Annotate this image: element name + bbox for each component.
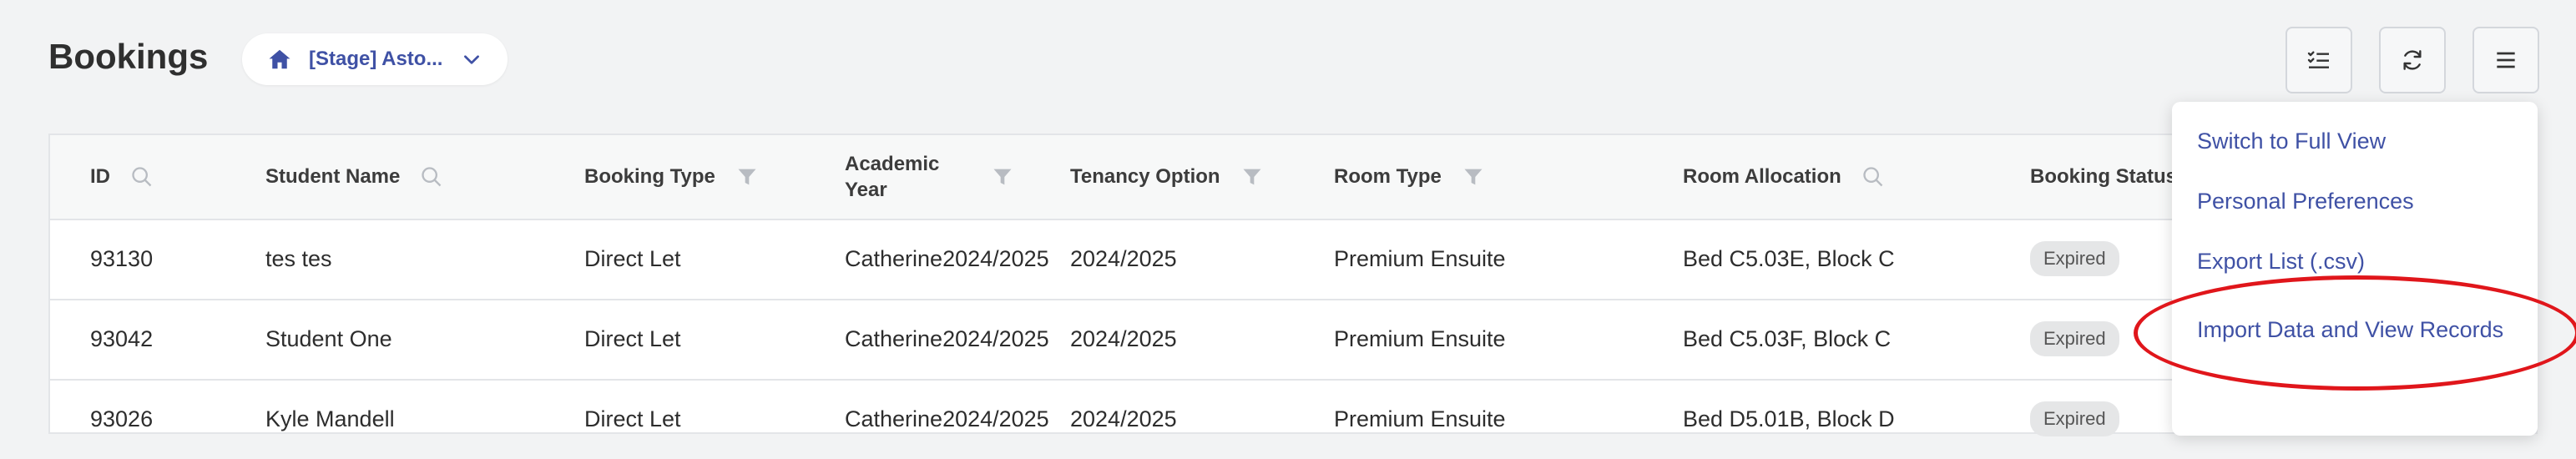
- chevron-down-icon: [464, 55, 479, 64]
- cell-id: 93042: [90, 325, 154, 351]
- cell-room-allocation: Bed C5.03E, Block C: [1683, 245, 1895, 271]
- table-row[interactable]: 93130 tes tes Direct Let Catherine2024/2…: [50, 219, 2536, 300]
- cell-room-allocation: Bed C5.03F, Block C: [1683, 325, 1892, 351]
- refresh-icon: [2403, 50, 2422, 70]
- table-row[interactable]: 93042 Student One Direct Let Catherine20…: [50, 299, 2536, 381]
- filter-icon[interactable]: [1462, 165, 1485, 189]
- page-title: Bookings: [48, 37, 209, 76]
- cell-booking-type: Direct Let: [584, 406, 681, 431]
- options-dropdown-menu: Switch to Full View Personal Preferences…: [2172, 102, 2538, 436]
- home-icon: [269, 49, 290, 69]
- column-header-booking-status[interactable]: Booking Status: [2030, 135, 2177, 219]
- cell-room-type: Premium Ensuite: [1334, 406, 1506, 431]
- cell-id: 93026: [90, 406, 154, 431]
- menu-item-import-data[interactable]: Import Data and View Records: [2197, 317, 2503, 343]
- cell-academic-year: Catherine2024/2025: [845, 406, 1049, 431]
- column-header-tenancy-option[interactable]: Tenancy Option: [1070, 135, 1264, 219]
- cell-tenancy-option: 2024/2025: [1070, 245, 1177, 271]
- cell-academic-year: Catherine2024/2025: [845, 245, 1049, 271]
- bookings-table: ID Student Name Booking Type Academic Yea…: [48, 134, 2538, 436]
- status-badge: Expired: [2030, 321, 2119, 356]
- cell-room-type: Premium Ensuite: [1334, 325, 1506, 351]
- filter-icon[interactable]: [991, 165, 1014, 189]
- menu-item-switch-full-view[interactable]: Switch to Full View: [2197, 129, 2386, 154]
- search-icon[interactable]: [420, 165, 443, 189]
- refresh-button[interactable]: [2379, 27, 2446, 93]
- table-header: ID Student Name Booking Type Academic Yea…: [50, 135, 2536, 220]
- search-icon[interactable]: [1861, 165, 1885, 189]
- column-header-booking-type[interactable]: Booking Type: [584, 135, 759, 219]
- column-header-room-allocation[interactable]: Room Allocation: [1683, 135, 1885, 219]
- filter-icon[interactable]: [1240, 165, 1264, 189]
- site-selector-value: [Stage] Asto...: [309, 48, 443, 70]
- column-header-room-type[interactable]: Room Type: [1334, 135, 1485, 219]
- status-badge: Expired: [2030, 401, 2119, 436]
- cell-room-type: Premium Ensuite: [1334, 245, 1506, 271]
- cell-tenancy-option: 2024/2025: [1070, 325, 1177, 351]
- column-header-id[interactable]: ID: [90, 135, 154, 219]
- cell-academic-year: Catherine2024/2025: [845, 325, 1049, 351]
- cell-booking-type: Direct Let: [584, 245, 681, 271]
- cell-student-name: Student One: [265, 325, 392, 351]
- search-icon[interactable]: [130, 165, 154, 189]
- cell-student-name: Kyle Mandell: [265, 406, 395, 431]
- cell-room-allocation: Bed D5.01B, Block D: [1683, 406, 1895, 431]
- menu-item-export-csv[interactable]: Export List (.csv): [2197, 249, 2365, 275]
- menu-button[interactable]: [2472, 27, 2539, 93]
- filter-icon[interactable]: [735, 165, 759, 189]
- site-selector[interactable]: [Stage] Asto...: [242, 33, 508, 85]
- table-row[interactable]: 93026 Kyle Mandell Direct Let Catherine2…: [50, 379, 2536, 459]
- hamburger-menu-icon: [2497, 52, 2515, 68]
- cell-tenancy-option: 2024/2025: [1070, 406, 1177, 431]
- column-header-academic-year[interactable]: Academic Year: [845, 135, 1014, 219]
- cell-booking-type: Direct Let: [584, 325, 681, 351]
- menu-item-personal-preferences[interactable]: Personal Preferences: [2197, 189, 2414, 214]
- checklist-icon: [2307, 51, 2329, 68]
- cell-id: 93130: [90, 245, 154, 271]
- cell-student-name: tes tes: [265, 245, 332, 271]
- column-header-student-name[interactable]: Student Name: [265, 135, 443, 219]
- checklist-button[interactable]: [2286, 27, 2352, 93]
- status-badge: Expired: [2030, 241, 2119, 276]
